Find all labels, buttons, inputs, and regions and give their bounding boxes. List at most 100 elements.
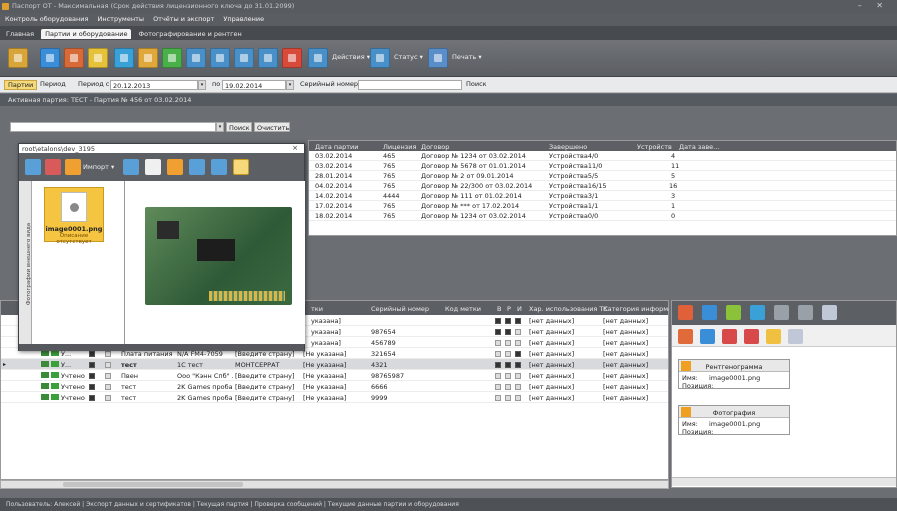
search-filter-button[interactable]: Поиск (466, 80, 487, 88)
folder-icon[interactable] (766, 329, 781, 344)
rotate-icon[interactable] (211, 159, 227, 175)
popup-close-icon[interactable]: × (292, 144, 298, 152)
remove-icon[interactable] (744, 329, 759, 344)
date-to-picker[interactable]: ▾ (286, 80, 294, 90)
flag-checkbox[interactable] (89, 361, 96, 369)
monitor-icon[interactable] (750, 305, 765, 320)
col-completion-date[interactable]: Дата заве... (679, 143, 719, 151)
flags-group[interactable] (495, 372, 525, 380)
actions-icon[interactable] (308, 48, 328, 68)
table-row[interactable]: 17.02.2014 765 Договор № *** от 17.02.20… (309, 201, 896, 211)
page-icon[interactable] (145, 159, 161, 175)
col-completed[interactable]: Завершено (549, 143, 587, 151)
device-delete-icon[interactable] (282, 48, 302, 68)
flags-group[interactable] (495, 350, 525, 358)
crop-icon[interactable] (189, 159, 205, 175)
find-button[interactable]: Поиск (226, 122, 252, 132)
table-row[interactable]: 03.02.2014 465 Договор № 1234 от 03.02.2… (309, 151, 896, 161)
side-tab[interactable]: Фотографии внешнего вида (19, 181, 32, 344)
gallery-icon[interactable] (233, 159, 249, 175)
col-devices[interactable]: Устройств (637, 143, 672, 151)
view-icon[interactable] (40, 48, 60, 68)
flag-checkbox[interactable] (89, 383, 96, 391)
open-folder-icon[interactable] (138, 48, 158, 68)
device-edit-icon[interactable] (210, 48, 230, 68)
col-r[interactable]: Р (507, 305, 511, 313)
xray-card[interactable]: Рентгенограмма Имя: image0001.png Позици… (678, 359, 790, 390)
flag-checkbox[interactable] (89, 394, 96, 402)
actions-dropdown[interactable]: Действия ▾ (332, 53, 370, 61)
edit-icon[interactable] (64, 48, 84, 68)
flag-checkbox[interactable] (89, 372, 96, 380)
gallery-icon[interactable] (678, 305, 693, 320)
tree-search-dropdown[interactable]: ▾ (216, 122, 224, 132)
col-mark[interactable]: тки (311, 305, 323, 313)
table-row[interactable]: 14.02.2014 4444 Договор № 111 от 01.02.2… (309, 191, 896, 201)
col-contract[interactable]: Договор (421, 143, 449, 151)
date-from-input[interactable]: 20.12.2013 (110, 80, 198, 90)
equipment-hscrollbar[interactable] (0, 480, 669, 489)
status-icon[interactable] (370, 48, 390, 68)
photo-card[interactable]: Фотография Имя: image0001.png Позиция: (678, 405, 790, 436)
document-icon[interactable] (822, 305, 837, 320)
flags-group[interactable] (495, 394, 525, 402)
photo-icon[interactable] (726, 305, 741, 320)
table-row[interactable]: 03.02.2014 765 Договор № 5678 от 01.01.2… (309, 161, 896, 171)
scroll-thumb[interactable] (63, 482, 243, 487)
tree-search-input[interactable] (10, 122, 216, 132)
import-icon[interactable] (65, 159, 81, 175)
col-serial[interactable]: Серийный номер (371, 305, 429, 313)
flag-checkbox[interactable] (105, 394, 112, 402)
device-move-icon[interactable] (258, 48, 278, 68)
col-license[interactable]: Лицензия (383, 143, 416, 151)
date-from-picker[interactable]: ▾ (198, 80, 206, 90)
window-controls[interactable]: – ✕ (858, 1, 889, 10)
col-v[interactable]: В (497, 305, 501, 313)
printer-icon[interactable] (428, 48, 448, 68)
table-row[interactable]: Учтено тест 2K Games проба [Введите страну]… (1, 392, 668, 403)
import-dropdown[interactable]: Импорт ▾ (83, 163, 114, 171)
add-photo-icon[interactable] (25, 159, 41, 175)
col-usage[interactable]: Хар. использования ТС (529, 305, 608, 313)
menu-item-equipment-control[interactable]: Контроль оборудования (5, 15, 88, 23)
device-add-icon[interactable] (186, 48, 206, 68)
device-copy-icon[interactable] (234, 48, 254, 68)
add-icon[interactable] (722, 329, 737, 344)
menu-item-management[interactable]: Управление (223, 15, 264, 23)
table-row[interactable]: 18.02.2014 765 Договор № 1234 от 03.02.2… (309, 211, 896, 221)
clear-button[interactable]: Очистить (254, 122, 290, 132)
flags-group[interactable] (495, 383, 525, 391)
edit-photo-icon[interactable] (167, 159, 183, 175)
table-row[interactable]: 04.02.2014 765 Договор № 22/300 от 03.02… (309, 181, 896, 191)
table-row[interactable]: У... тест 1С тест МОНТСЕРРАТ [Не указана] 432… (1, 359, 668, 370)
flags-group[interactable] (495, 317, 525, 325)
flag-checkbox[interactable] (105, 350, 112, 358)
flag-checkbox[interactable] (89, 350, 96, 358)
save-icon[interactable] (700, 329, 715, 344)
menu-item-tools[interactable]: Инструменты (97, 15, 144, 23)
table-row[interactable]: 28.01.2014 765 Договор № 2 от 09.01.2014… (309, 171, 896, 181)
serial-input[interactable] (358, 80, 462, 90)
remove-photo-icon[interactable] (45, 159, 61, 175)
batch-icon[interactable] (8, 48, 28, 68)
batches-toggle[interactable]: Партии (4, 80, 38, 90)
copy-icon[interactable] (123, 159, 139, 175)
table-row[interactable]: Учтено тест 2K Games проба [Введите страну]… (1, 381, 668, 392)
flags-group[interactable] (495, 328, 525, 336)
folder-icon[interactable] (88, 48, 108, 68)
settings-icon[interactable] (114, 48, 134, 68)
tab-batches-equipment[interactable]: Партии и оборудование (41, 29, 132, 39)
tree-icon[interactable] (162, 48, 182, 68)
flag-checkbox[interactable] (105, 383, 112, 391)
tab-main[interactable]: Главная (2, 29, 38, 39)
flags-group[interactable] (495, 361, 525, 369)
period-toggle[interactable]: Период (40, 80, 66, 88)
thumbnail-card[interactable]: image0001.png Описание отсутствует (44, 187, 104, 245)
xray-icon[interactable] (678, 329, 693, 344)
date-to-input[interactable]: 19.02.2014 (222, 80, 286, 90)
status-dropdown[interactable]: Статус ▾ (394, 53, 423, 61)
col-tag-code[interactable]: Код метки (445, 305, 481, 313)
menu-item-reports[interactable]: Отчёты и экспорт (153, 15, 214, 23)
tab-photo-xray[interactable]: Фотографирование и рентген (135, 29, 246, 39)
calendar-icon[interactable] (702, 305, 717, 320)
